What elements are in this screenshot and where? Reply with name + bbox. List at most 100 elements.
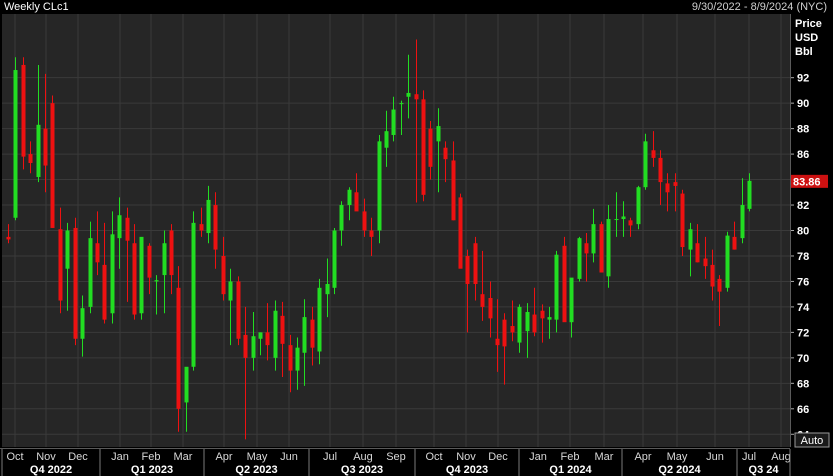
candle-body xyxy=(362,211,367,231)
quarter-label: Q1 2023 xyxy=(131,464,173,476)
y-tick-label: 74 xyxy=(797,302,810,314)
candle-body xyxy=(102,264,107,320)
candle-body xyxy=(206,199,211,234)
candle-body xyxy=(473,243,478,284)
candle-body xyxy=(673,182,678,186)
month-tick-label: Jul xyxy=(323,451,337,463)
candle-body xyxy=(436,126,441,142)
candle-body xyxy=(176,287,181,409)
candle xyxy=(50,95,55,228)
candle-body xyxy=(280,315,285,344)
candle-body xyxy=(562,245,567,323)
auto-button-label: Auto xyxy=(801,435,824,447)
candle-body xyxy=(428,128,433,167)
candle-body xyxy=(265,332,270,346)
candle-body xyxy=(517,306,522,343)
candle-body xyxy=(488,297,493,319)
month-tick-label: May xyxy=(247,451,268,463)
candle-body xyxy=(295,347,300,371)
candle-body xyxy=(480,294,485,307)
candle-body xyxy=(43,128,48,166)
candle-body xyxy=(414,94,419,100)
month-tick-label: Sep xyxy=(386,451,406,463)
month-tick-label: Dec xyxy=(488,451,508,463)
candle-body xyxy=(495,338,500,346)
candle-body xyxy=(139,236,144,314)
candle-body xyxy=(132,243,137,315)
month-tick-label: Apr xyxy=(634,451,651,463)
candle-body xyxy=(540,310,545,319)
candle xyxy=(176,266,181,432)
y-tick-label: 80 xyxy=(797,226,809,238)
candle-body xyxy=(614,219,619,221)
month-tick-label: Feb xyxy=(142,451,161,463)
candle-body xyxy=(651,150,656,158)
candle xyxy=(421,90,426,202)
auto-button[interactable]: Auto xyxy=(794,432,830,448)
candle xyxy=(13,57,18,221)
candle xyxy=(636,185,641,230)
candle xyxy=(73,217,78,346)
candle-body xyxy=(569,277,574,323)
candle-body xyxy=(199,224,204,231)
month-tick-label: Oct xyxy=(425,451,442,463)
y-tick-label: 70 xyxy=(797,353,809,365)
candle-body xyxy=(28,154,33,164)
month-tick-label: Nov xyxy=(36,451,56,463)
y-axis-title-unit: Bbl xyxy=(795,46,813,58)
y-tick-label: 90 xyxy=(797,98,809,110)
candle-body xyxy=(258,332,263,339)
candle-body xyxy=(599,224,604,273)
candle-body xyxy=(606,219,611,277)
month-tick-label: May xyxy=(667,451,688,463)
month-tick-label: Aug xyxy=(353,451,373,463)
candle-body xyxy=(747,180,752,209)
candle-body xyxy=(458,197,463,269)
candle-body xyxy=(88,238,93,307)
chart-title: Weekly CLc1 xyxy=(4,1,69,13)
quarter-label: Q1 2024 xyxy=(549,464,592,476)
candle-body xyxy=(310,319,315,348)
candle-body xyxy=(65,230,70,269)
y-tick-label: 76 xyxy=(797,276,809,288)
y-tick-label: 68 xyxy=(797,378,809,390)
candle-body xyxy=(703,258,708,267)
candle-body xyxy=(73,227,78,339)
candle-body xyxy=(658,157,663,183)
quarter-label: Q2 2023 xyxy=(235,464,277,476)
candlestick-chart: Oct Nov Dec Jan Feb Mar Apr May Jun Jul Aug Sep Oct N… xyxy=(0,14,830,476)
candle-body xyxy=(154,280,159,282)
y-tick-label: 78 xyxy=(797,251,809,263)
month-tick-label: Mar xyxy=(174,451,193,463)
candle-body xyxy=(525,312,530,332)
date-range: 9/30/2022 - 8/9/2024 (NYC) xyxy=(691,1,827,13)
y-tick-label: 82 xyxy=(797,200,809,212)
month-tick-label: Jul xyxy=(742,451,756,463)
candle-body xyxy=(577,238,582,279)
candle xyxy=(21,57,26,170)
candle-body xyxy=(665,183,670,193)
month-tick-label: Jun xyxy=(706,451,724,463)
candle-body xyxy=(273,310,278,358)
candle xyxy=(458,193,463,269)
y-tick-label: 88 xyxy=(797,124,809,136)
candle-body xyxy=(406,92,411,97)
month-tick-label: Feb xyxy=(561,451,580,463)
candle xyxy=(332,227,337,295)
candle xyxy=(643,133,648,190)
candle xyxy=(725,231,730,292)
candle-body xyxy=(147,245,152,278)
candle xyxy=(562,236,567,323)
y-tick-label: 72 xyxy=(797,327,809,339)
candle-body xyxy=(725,235,730,288)
month-tick-label: Oct xyxy=(6,451,23,463)
candle-body xyxy=(591,224,596,254)
candle-body xyxy=(465,255,470,284)
month-tick-label: Mar xyxy=(595,451,614,463)
candle-body xyxy=(710,264,715,287)
candle-body xyxy=(184,366,189,403)
candle-body xyxy=(36,124,41,178)
candle-body xyxy=(110,234,115,314)
candle-body xyxy=(317,287,322,352)
candle-body xyxy=(221,255,226,295)
